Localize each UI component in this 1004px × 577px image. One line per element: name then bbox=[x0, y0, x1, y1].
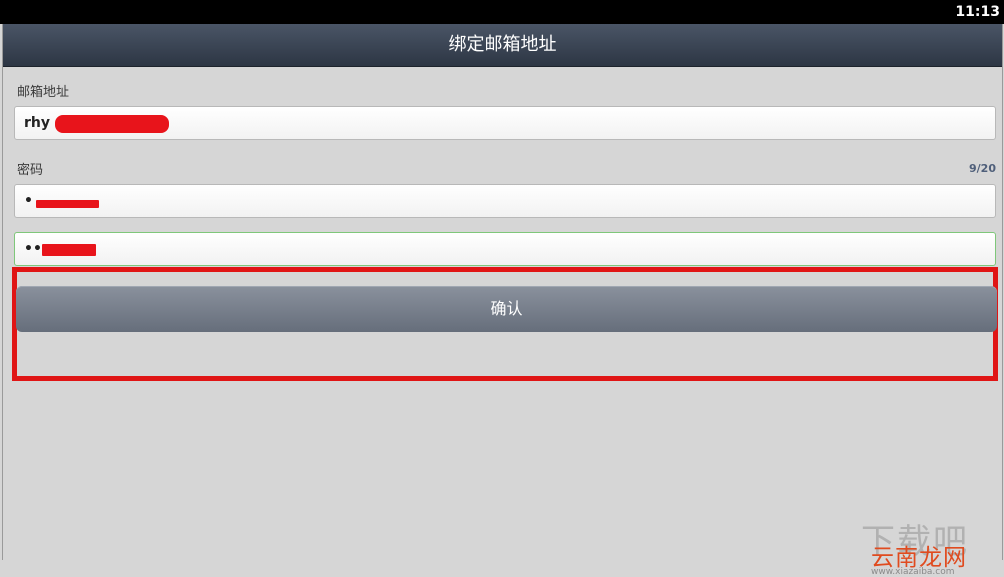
app-window: 绑定邮箱地址 邮箱地址 rhy 密码 9/20 • •• 确认 下载吧 云南龙网… bbox=[2, 24, 1003, 577]
password-character-counter: 9/20 bbox=[969, 162, 996, 175]
password-input-value: • bbox=[24, 193, 33, 209]
confirm-password-input[interactable]: •• bbox=[14, 232, 996, 266]
title-bar: 绑定邮箱地址 bbox=[3, 24, 1002, 66]
password-label: 密码 bbox=[17, 163, 44, 178]
status-time: 11:13 bbox=[955, 4, 1000, 20]
email-redaction bbox=[55, 115, 169, 133]
confirm-password-input-value: •• bbox=[24, 241, 42, 257]
password-input[interactable]: • bbox=[14, 184, 996, 218]
watermark-url: www.xiazaiba.com bbox=[871, 567, 955, 577]
email-input-value: rhy bbox=[24, 115, 50, 131]
confirm-password-redaction bbox=[42, 244, 96, 256]
confirm-button[interactable]: 确认 bbox=[16, 286, 997, 332]
email-label: 邮箱地址 bbox=[17, 85, 70, 100]
status-bar: 11:13 bbox=[0, 0, 1004, 24]
password-redaction bbox=[36, 200, 99, 208]
email-input[interactable]: rhy bbox=[14, 106, 996, 140]
page-title: 绑定邮箱地址 bbox=[448, 34, 557, 55]
